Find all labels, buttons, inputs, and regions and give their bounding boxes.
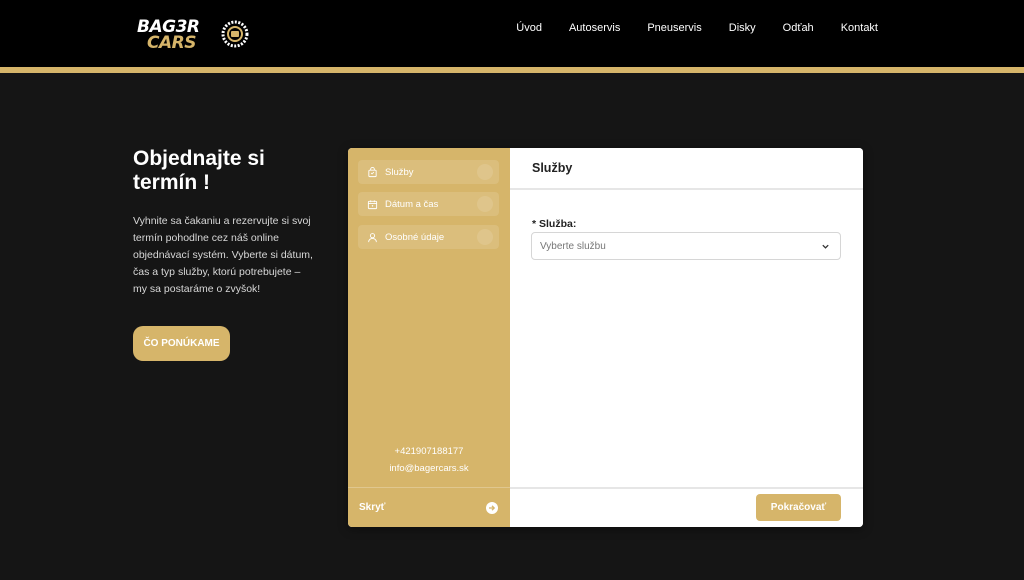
step-personal-info-label: Osobné údaje [385, 231, 445, 243]
continue-button[interactable]: Pokračovať [756, 494, 841, 521]
booking-widget: Služby Dátum a čas Osobné údaje +4219071… [348, 148, 863, 527]
panel-footer: Pokračovať [510, 487, 863, 527]
nav-link-kontakt[interactable]: Kontakt [841, 22, 878, 34]
panel-title: Služby [510, 148, 863, 190]
hero-title: Objednajte si termín ! [133, 147, 265, 194]
booking-main-panel: Služby * Služba: Vyberte službu Pokračov… [510, 148, 863, 527]
nav-link-autoservis[interactable]: Autoservis [569, 22, 620, 34]
step-date-time-status [477, 196, 493, 212]
bag-icon [368, 166, 377, 177]
service-field-label: * Služba: [532, 218, 577, 230]
brand-logo[interactable]: BAG3R CARS [137, 16, 249, 54]
nav-link-disky[interactable]: Disky [729, 22, 756, 34]
step-services-status [477, 164, 493, 180]
step-personal-info[interactable]: Osobné údaje [358, 225, 499, 249]
step-services[interactable]: Služby [358, 160, 499, 184]
top-navigation-bar: BAG3R CARS Úvod Autoservis Pneuservis Di… [0, 0, 1024, 67]
contact-phone[interactable]: +421907188177 [348, 446, 510, 457]
service-select-placeholder: Vyberte službu [540, 240, 606, 252]
nav-link-pneuservis[interactable]: Pneuservis [647, 22, 701, 34]
arrow-circle-right-icon [486, 501, 498, 514]
nav-link-uvod[interactable]: Úvod [516, 22, 542, 34]
main-navigation: Úvod Autoservis Pneuservis Disky Odťah K… [516, 22, 878, 34]
step-services-label: Služby [385, 166, 414, 178]
step-personal-info-status [477, 229, 493, 245]
hero-description: Vyhnite sa čakaniu a rezervujte si svoj … [133, 215, 313, 295]
nav-link-odtah[interactable]: Odťah [783, 22, 814, 34]
user-icon [368, 232, 377, 242]
hide-sidebar-label: Skryť [359, 502, 386, 513]
step-date-time-label: Dátum a čas [385, 198, 439, 210]
contact-email[interactable]: info@bagercars.sk [348, 463, 510, 474]
hero-section: Objednajte si termín ! Vyhnite sa čakani… [133, 147, 313, 298]
step-date-time[interactable]: Dátum a čas [358, 192, 499, 216]
chevron-down-icon [822, 244, 829, 249]
calendar-icon [367, 199, 378, 209]
what-we-offer-button[interactable]: ČO PONÚKAME [133, 326, 230, 361]
logo-line-2: CARS [147, 32, 196, 53]
booking-sidebar: Služby Dátum a čas Osobné údaje +4219071… [348, 148, 510, 527]
tire-icon [221, 20, 249, 48]
service-select[interactable]: Vyberte službu [531, 232, 841, 260]
header-divider [0, 67, 1024, 73]
hide-sidebar-toggle[interactable]: Skryť [348, 487, 510, 527]
